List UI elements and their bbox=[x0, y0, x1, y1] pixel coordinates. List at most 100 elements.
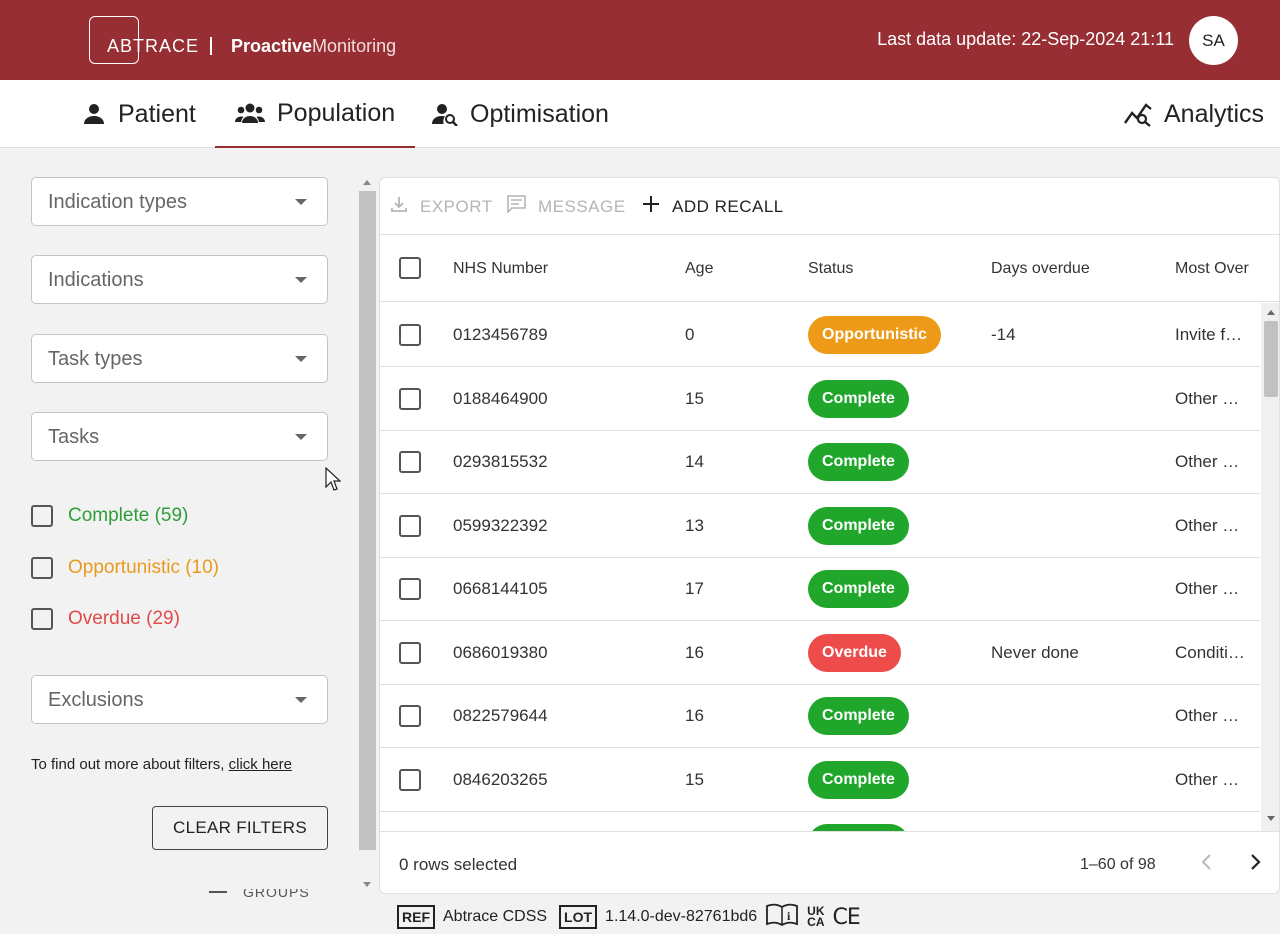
scroll-up-icon[interactable] bbox=[1267, 310, 1275, 315]
rows-selected-count: 0 rows selected bbox=[399, 855, 518, 874]
tasks-select[interactable]: Tasks bbox=[31, 412, 328, 461]
table-footer: 0 rows selected 1–60 of 98 bbox=[380, 831, 1279, 893]
user-avatar[interactable]: SA bbox=[1189, 16, 1238, 65]
age-cell: 15 bbox=[685, 388, 704, 408]
top-bar: ABTRACE ProactiveMonitoring Last data up… bbox=[0, 0, 1280, 80]
status-badge: Overdue bbox=[808, 633, 901, 672]
age-cell: 16 bbox=[685, 642, 704, 662]
message-button[interactable]: MESSAGE bbox=[507, 195, 626, 218]
nhs-number-cell: 0293815532 bbox=[453, 452, 548, 471]
table-body: 0123456789 0 Opportunistic -14 Invite f… 0188… bbox=[380, 303, 1260, 831]
download-icon bbox=[390, 195, 408, 218]
logo-text: ABTRACE bbox=[107, 36, 200, 56]
days-overdue-cell: -14 bbox=[991, 325, 1016, 344]
nhs-number-cell: 0668144105 bbox=[453, 579, 548, 598]
tab-patient-label: Patient bbox=[118, 99, 196, 128]
chevron-down-icon bbox=[295, 697, 307, 703]
col-most-overdue[interactable]: Most Over bbox=[1175, 260, 1249, 278]
status-badge: Complete bbox=[808, 506, 909, 545]
table-row[interactable]: 0123456789 0 Opportunistic -14 Invite f… bbox=[380, 303, 1260, 367]
tab-optimisation-label: Optimisation bbox=[470, 99, 609, 128]
age-cell: 0 bbox=[685, 325, 695, 344]
regulatory-footer: REF Abtrace CDSS LOT 1.14.0-dev-82761bd6… bbox=[397, 902, 861, 932]
overdue-checkbox[interactable] bbox=[31, 608, 53, 630]
most-overdue-cell: Other … bbox=[1175, 769, 1240, 789]
ce-mark-icon: CE bbox=[832, 904, 861, 930]
tab-analytics-label: Analytics bbox=[1164, 99, 1265, 128]
most-overdue-cell: Invite f… bbox=[1175, 325, 1243, 344]
table-row[interactable]: 0822579644 16 Complete Other … bbox=[380, 684, 1260, 748]
status-badge: Complete bbox=[808, 443, 909, 481]
filters-help-prefix: To find out more about filters, bbox=[31, 756, 229, 773]
table-scroll-thumb[interactable] bbox=[1264, 321, 1278, 397]
filter-opportunistic[interactable]: Opportunistic (10) bbox=[31, 557, 219, 579]
row-checkbox[interactable] bbox=[399, 705, 421, 727]
previous-page-icon[interactable] bbox=[1200, 852, 1214, 877]
select-all-checkbox[interactable] bbox=[399, 257, 421, 279]
most-overdue-cell: Conditi… bbox=[1175, 642, 1245, 662]
age-cell: 17 bbox=[685, 579, 704, 598]
lot-label: LOT bbox=[559, 905, 598, 929]
tab-patient[interactable]: Patient bbox=[82, 80, 196, 148]
indications-select[interactable]: Indications bbox=[31, 255, 328, 304]
overdue-filter-label: Overdue (29) bbox=[68, 608, 180, 629]
filters-sidebar: Indication types Indications Task types … bbox=[0, 149, 376, 897]
tab-optimisation[interactable]: Optimisation bbox=[432, 80, 609, 148]
nhs-number-cell: 0123456789 bbox=[453, 325, 548, 344]
status-badge: Opportunistic bbox=[808, 316, 941, 354]
opportunistic-checkbox[interactable] bbox=[31, 557, 53, 579]
row-checkbox[interactable] bbox=[399, 641, 421, 664]
col-age[interactable]: Age bbox=[685, 260, 713, 278]
clear-filters-button[interactable]: CLEAR FILTERS bbox=[152, 806, 328, 850]
scroll-up-icon[interactable] bbox=[363, 180, 371, 185]
instructions-book-icon: i bbox=[765, 903, 799, 932]
table-row[interactable]: 0188464900 15 Complete Other … bbox=[380, 367, 1260, 431]
row-checkbox[interactable] bbox=[399, 514, 421, 537]
status-badge: Complete bbox=[808, 697, 909, 735]
indication-types-select[interactable]: Indication types bbox=[31, 177, 328, 226]
col-status[interactable]: Status bbox=[808, 260, 853, 278]
sidebar-scroll-thumb[interactable] bbox=[359, 191, 376, 850]
task-types-label: Task types bbox=[48, 348, 143, 370]
nhs-number-cell: 0686019380 bbox=[453, 642, 548, 662]
tab-population[interactable]: Population bbox=[215, 80, 416, 148]
col-days-overdue[interactable]: Days overdue bbox=[991, 260, 1090, 278]
row-checkbox[interactable] bbox=[399, 578, 421, 600]
nhs-number-cell: 0822579644 bbox=[453, 706, 548, 725]
nhs-number-cell: 0846203265 bbox=[453, 769, 548, 789]
add-recall-button[interactable]: ADD RECALL bbox=[642, 195, 784, 218]
table-row[interactable]: 0846203265 15 Complete Other … bbox=[380, 748, 1260, 812]
person-search-icon bbox=[432, 102, 458, 126]
message-label: MESSAGE bbox=[538, 196, 626, 216]
row-checkbox[interactable] bbox=[399, 324, 421, 346]
svg-text:i: i bbox=[787, 909, 791, 923]
filter-overdue[interactable]: Overdue (29) bbox=[31, 608, 180, 630]
table-toolbar: EXPORT MESSAGE ADD RECALL bbox=[380, 178, 1279, 235]
scroll-down-icon[interactable] bbox=[363, 882, 371, 887]
tab-analytics[interactable]: Analytics bbox=[1124, 80, 1264, 148]
scroll-down-icon[interactable] bbox=[1267, 816, 1275, 821]
tab-population-label: Population bbox=[277, 98, 396, 127]
chevron-down-icon bbox=[295, 199, 307, 205]
task-types-select[interactable]: Task types bbox=[31, 334, 328, 383]
mouse-cursor-icon bbox=[325, 466, 342, 498]
table-row[interactable]: 0686019380 16 Overdue Never done Conditi… bbox=[380, 621, 1260, 685]
days-overdue-cell: Never done bbox=[991, 642, 1079, 662]
table-row[interactable]: 0599322392 13 Complete Other … bbox=[380, 494, 1260, 558]
row-checkbox[interactable] bbox=[399, 451, 421, 473]
row-checkbox[interactable] bbox=[399, 768, 421, 791]
complete-checkbox[interactable] bbox=[31, 505, 53, 527]
table-scrollbar[interactable] bbox=[1261, 303, 1279, 831]
age-cell: 15 bbox=[685, 769, 704, 789]
row-checkbox[interactable] bbox=[399, 387, 421, 410]
col-nhs-number[interactable]: NHS Number bbox=[453, 260, 548, 278]
table-row[interactable]: Complete bbox=[380, 811, 1260, 831]
table-row[interactable]: 0668144105 17 Complete Other … bbox=[380, 557, 1260, 621]
table-row[interactable]: 0293815532 14 Complete Other … bbox=[380, 430, 1260, 494]
filters-help-link[interactable]: click here bbox=[229, 756, 292, 773]
filter-complete[interactable]: Complete (59) bbox=[31, 505, 188, 527]
next-page-icon[interactable] bbox=[1248, 852, 1262, 877]
exclusions-select[interactable]: Exclusions bbox=[31, 675, 328, 724]
export-button[interactable]: EXPORT bbox=[390, 195, 493, 218]
add-recall-label: ADD RECALL bbox=[672, 196, 784, 216]
